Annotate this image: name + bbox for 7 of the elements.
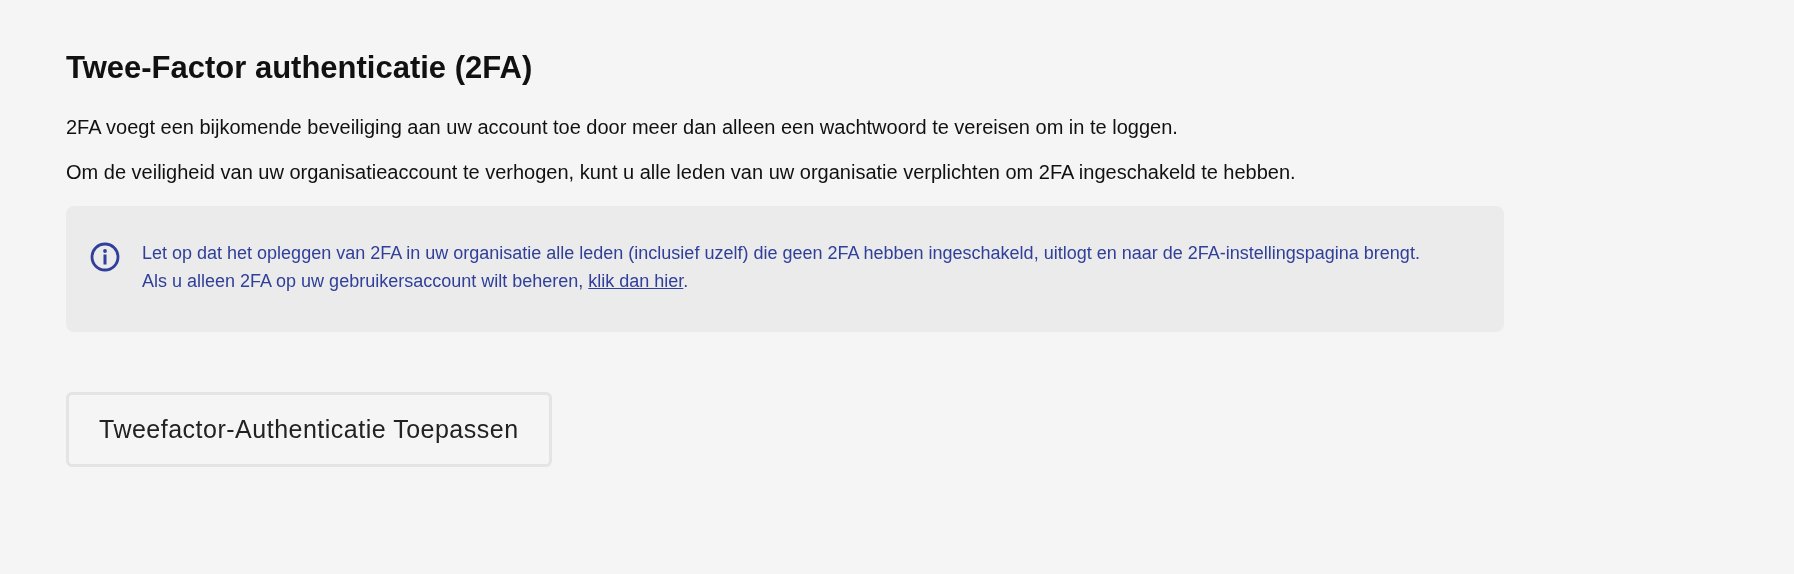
description-text: 2FA voegt een bijkomende beveiliging aan uw account toe door meer dan alleen een wachtwoord te vereisen om in te loggen. bbox=[66, 116, 1179, 139]
link[interactable]: klik dan hier bbox=[588, 270, 684, 291]
apply-2fa-button[interactable]: Tweefactor-Authenticatie Toepassen bbox=[66, 391, 552, 467]
description-text: Om de veiligheid van uw organisatieaccount te verhogen, kunt u alle leden van uw organisatie verplichten om 2FA ingeschakeld te hebben. bbox=[66, 161, 1297, 184]
info-icon bbox=[90, 242, 120, 272]
notice-text: Let op dat het opleggen van 2FA in uw organisatie alle leden (inclusief uzelf) die geen 2FA hebben ingeschakeld, uitlogt en naar de 2FA-instellingspagina brengt. Als u alleen 2FA op uw gebruikersaccount wilt beheren, klik dan hier. bbox=[142, 242, 1421, 293]
page-title: Twee-Factor authenticatie (2FA) bbox=[66, 50, 534, 86]
